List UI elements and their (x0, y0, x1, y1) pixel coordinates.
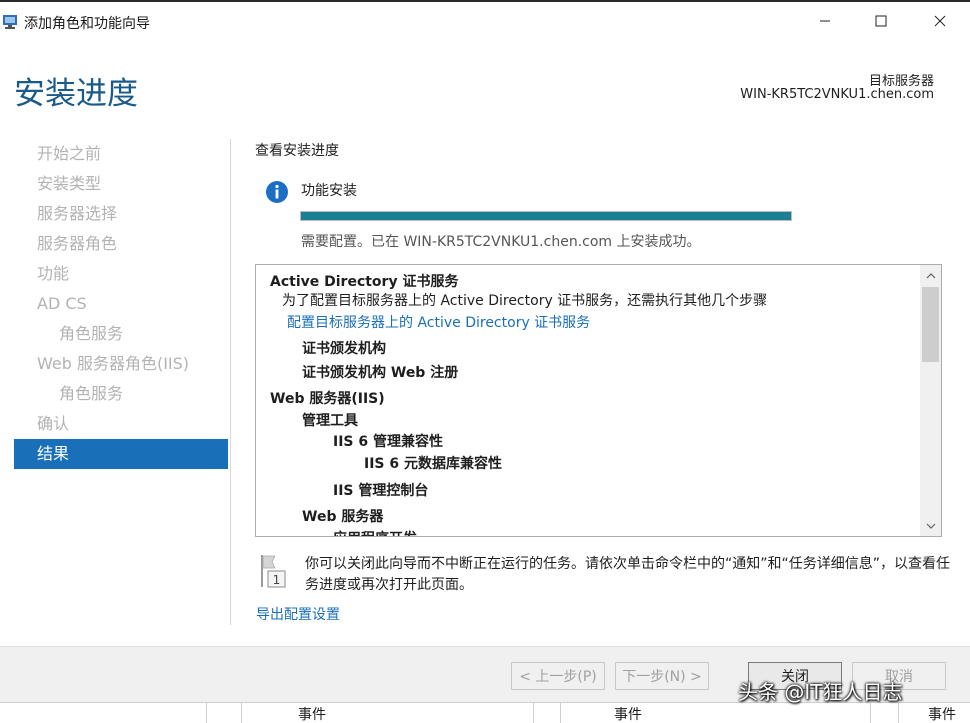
results-scrollbar[interactable] (920, 265, 941, 536)
previous-button[interactable]: < 上一步(P) (511, 662, 605, 690)
result-adcs-heading: Active Directory 证书服务 (270, 274, 459, 290)
nav-divider (230, 139, 231, 625)
chevron-down-icon (926, 523, 935, 529)
nav-item-before-you-begin[interactable]: 开始之前 (14, 139, 228, 169)
events-column-label: 事件 (298, 707, 326, 723)
nav-item-server-roles[interactable]: 服务器角色 (14, 229, 228, 259)
result-app-dev: 应用程序开发 (333, 528, 417, 536)
nav-item-server-selection[interactable]: 服务器选择 (14, 199, 228, 229)
events-column-label: 事件 (614, 707, 642, 723)
page-title: 安装进度 (14, 76, 138, 112)
nav-item-iis-role-services[interactable]: 角色服务 (14, 379, 228, 409)
nav-item-adcs[interactable]: AD CS (14, 289, 228, 319)
column-separator (898, 703, 899, 723)
events-column-label: 事件 (928, 707, 956, 723)
destination-server-value: WIN-KR5TC2VNKU1.chen.com (740, 87, 934, 102)
server-manager-icon (3, 15, 17, 29)
notification-flag-icon: 1 (261, 555, 286, 588)
background-events-strip: 事件 事件 事件 (0, 702, 970, 723)
column-separator (533, 703, 534, 723)
next-button[interactable]: 下一步(N) > (615, 662, 709, 690)
result-iis-heading: Web 服务器(IIS) (270, 391, 385, 407)
feature-install-title: 功能安装 (301, 183, 357, 199)
maximize-icon (875, 15, 887, 27)
minimize-icon (820, 20, 830, 22)
result-iis-console: IIS 管理控制台 (333, 483, 429, 499)
result-iis6-compat: IIS 6 管理兼容性 (333, 434, 443, 450)
column-separator (206, 703, 207, 723)
column-separator (560, 703, 561, 723)
results-list[interactable]: Active Directory 证书服务 为了配置目标服务器上的 Active… (255, 264, 942, 537)
title-bar: 添加角色和功能向导 (0, 2, 970, 40)
wizard-steps-nav: 开始之前 安装类型 服务器选择 服务器角色 功能 AD CS 角色服务 Web … (14, 139, 228, 469)
nav-item-adcs-role-services[interactable]: 角色服务 (14, 319, 228, 349)
result-web-server: Web 服务器 (302, 509, 384, 525)
scroll-down-button[interactable] (920, 515, 941, 536)
scroll-thumb[interactable] (922, 287, 939, 362)
chevron-up-icon (926, 272, 935, 278)
result-ca-web-enrollment: 证书颁发机构 Web 注册 (302, 365, 459, 381)
svg-text:1: 1 (273, 573, 281, 587)
nav-item-confirmation[interactable]: 确认 (14, 409, 228, 439)
column-separator (241, 703, 242, 723)
result-ca: 证书颁发机构 (302, 341, 386, 357)
info-icon (266, 181, 288, 203)
nav-item-web-server-role[interactable]: Web 服务器角色(IIS) (14, 349, 228, 379)
window-title: 添加角色和功能向导 (24, 16, 150, 32)
column-separator (870, 703, 871, 723)
scroll-up-button[interactable] (920, 265, 941, 286)
install-progress-bar (300, 211, 792, 221)
install-status-text: 需要配置。已在 WIN-KR5TC2VNKU1.chen.com 上安装成功。 (301, 234, 701, 250)
close-window-button[interactable] (911, 2, 969, 40)
minimize-button[interactable] (796, 2, 854, 40)
maximize-button[interactable] (852, 2, 910, 40)
nav-item-installation-type[interactable]: 安装类型 (14, 169, 228, 199)
result-adcs-note: 为了配置目标服务器上的 Active Directory 证书服务，还需执行其他… (282, 293, 768, 309)
nav-item-results[interactable]: 结果 (14, 439, 228, 469)
close-icon (934, 15, 946, 27)
close-wizard-note: 你可以关闭此向导而不中断正在运行的任务。请依次单击命令栏中的“通知”和“任务详细… (305, 556, 951, 593)
result-management-tools: 管理工具 (302, 413, 358, 429)
install-progress-fill (301, 212, 791, 220)
result-iis6-metabase: IIS 6 元数据库兼容性 (364, 456, 502, 472)
export-config-link[interactable]: 导出配置设置 (256, 604, 340, 624)
watermark-text: 头条 @IT狂人日志 (738, 680, 903, 704)
nav-item-features[interactable]: 功能 (14, 259, 228, 289)
configure-adcs-link[interactable]: 配置目标服务器上的 Active Directory 证书服务 (287, 312, 590, 332)
section-title: 查看安装进度 (255, 143, 339, 159)
results-content: Active Directory 证书服务 为了配置目标服务器上的 Active… (256, 265, 920, 536)
